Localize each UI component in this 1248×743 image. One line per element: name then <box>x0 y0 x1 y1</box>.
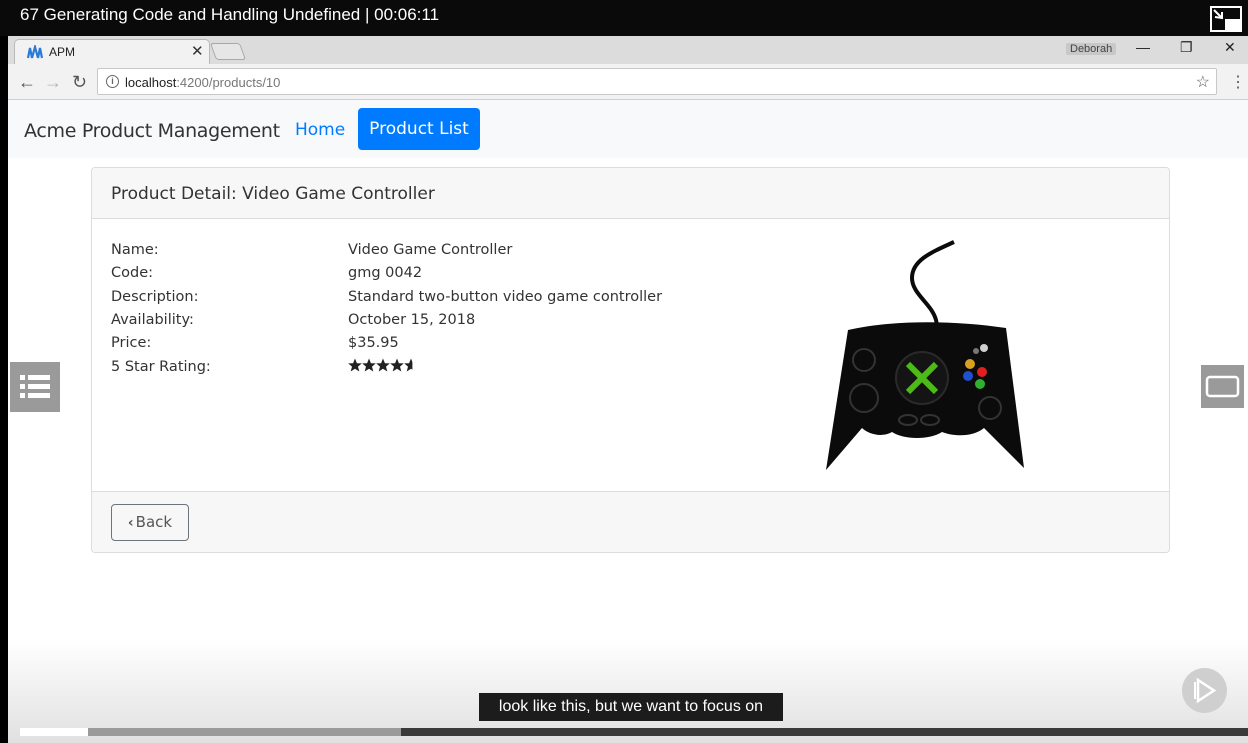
restore-icon[interactable]: ❐ <box>1180 39 1193 56</box>
availability-label: Availability: <box>111 312 194 328</box>
info-icon[interactable]: i <box>106 75 119 88</box>
app-navbar: Acme Product Management Home Product Lis… <box>8 100 1248 158</box>
star-icon <box>390 358 404 372</box>
star-icon <box>376 358 390 372</box>
progress-played <box>20 728 88 736</box>
transcript-panel-icon[interactable] <box>1201 365 1244 408</box>
browser-menu-icon[interactable]: ⋮ <box>1230 72 1246 92</box>
app-favicon-icon <box>27 45 43 59</box>
url-path: :4200/products/10 <box>176 75 281 90</box>
product-detail-card: Product Detail: Video Game Controller Na… <box>91 167 1170 553</box>
star-icon <box>404 358 413 372</box>
nav-home-link[interactable]: Home <box>295 120 345 140</box>
reload-icon[interactable]: ↻ <box>72 72 87 93</box>
back-button-label: Back <box>135 513 173 531</box>
price-value: $35.95 <box>348 335 399 351</box>
forward-arrow-icon[interactable]: → <box>44 72 62 93</box>
star-icon <box>348 358 362 372</box>
rating-label: 5 Star Rating: <box>111 359 211 375</box>
subtitle-caption: look like this, but we want to focus on <box>479 693 783 721</box>
close-tab-icon[interactable]: ✕ <box>191 42 204 60</box>
address-bar[interactable]: i localhost:4200/products/10 ☆ <box>97 68 1217 95</box>
new-tab-button[interactable] <box>209 43 247 60</box>
tab-strip: APM ✕ Deborah — ❐ ✕ <box>8 36 1248 64</box>
exit-fullscreen-icon[interactable] <box>1210 6 1242 32</box>
app-brand: Acme Product Management <box>24 120 280 142</box>
browser-window: APM ✕ Deborah — ❐ ✕ ← → ↻ i localhost:42… <box>8 36 1248 743</box>
description-label: Description: <box>111 289 199 305</box>
minimize-icon[interactable]: — <box>1136 39 1150 55</box>
video-title: 67 Generating Code and Handling Undefine… <box>0 0 1248 36</box>
name-label: Name: <box>111 242 159 258</box>
chevron-left-icon: ‹ <box>127 515 134 531</box>
play-icon[interactable] <box>1182 668 1227 713</box>
browser-tab[interactable]: APM ✕ <box>14 39 210 64</box>
progress-bar[interactable] <box>20 728 1248 736</box>
profile-button[interactable]: Deborah <box>1066 43 1117 55</box>
nav-product-list-link[interactable]: Product List <box>358 108 480 150</box>
back-arrow-icon[interactable]: ← <box>18 72 36 93</box>
chapter-list-icon[interactable] <box>10 362 60 412</box>
price-label: Price: <box>111 335 152 351</box>
browser-toolbar: ← → ↻ i localhost:4200/products/10 ☆ ⋮ <box>8 64 1248 100</box>
star-icon <box>362 358 376 372</box>
name-value: Video Game Controller <box>348 242 513 258</box>
code-label: Code: <box>111 265 154 281</box>
bookmark-star-icon[interactable]: ☆ <box>1196 72 1210 92</box>
url-text[interactable]: localhost:4200/products/10 <box>125 75 280 90</box>
code-value: gmg 0042 <box>348 265 423 281</box>
url-host: localhost <box>125 75 177 90</box>
availability-value: October 15, 2018 <box>348 312 476 328</box>
card-footer: ‹ Back <box>92 491 1169 552</box>
page-title: Product Detail: Video Game Controller <box>111 184 435 204</box>
product-image-controller <box>826 240 1024 470</box>
star-rating <box>348 358 413 372</box>
close-window-icon[interactable]: ✕ <box>1224 39 1236 56</box>
tab-title: APM <box>49 45 76 59</box>
back-button[interactable]: ‹ Back <box>111 504 189 541</box>
card-header: Product Detail: Video Game Controller <box>92 168 1169 219</box>
description-value: Standard two-button video game controlle… <box>348 289 663 305</box>
